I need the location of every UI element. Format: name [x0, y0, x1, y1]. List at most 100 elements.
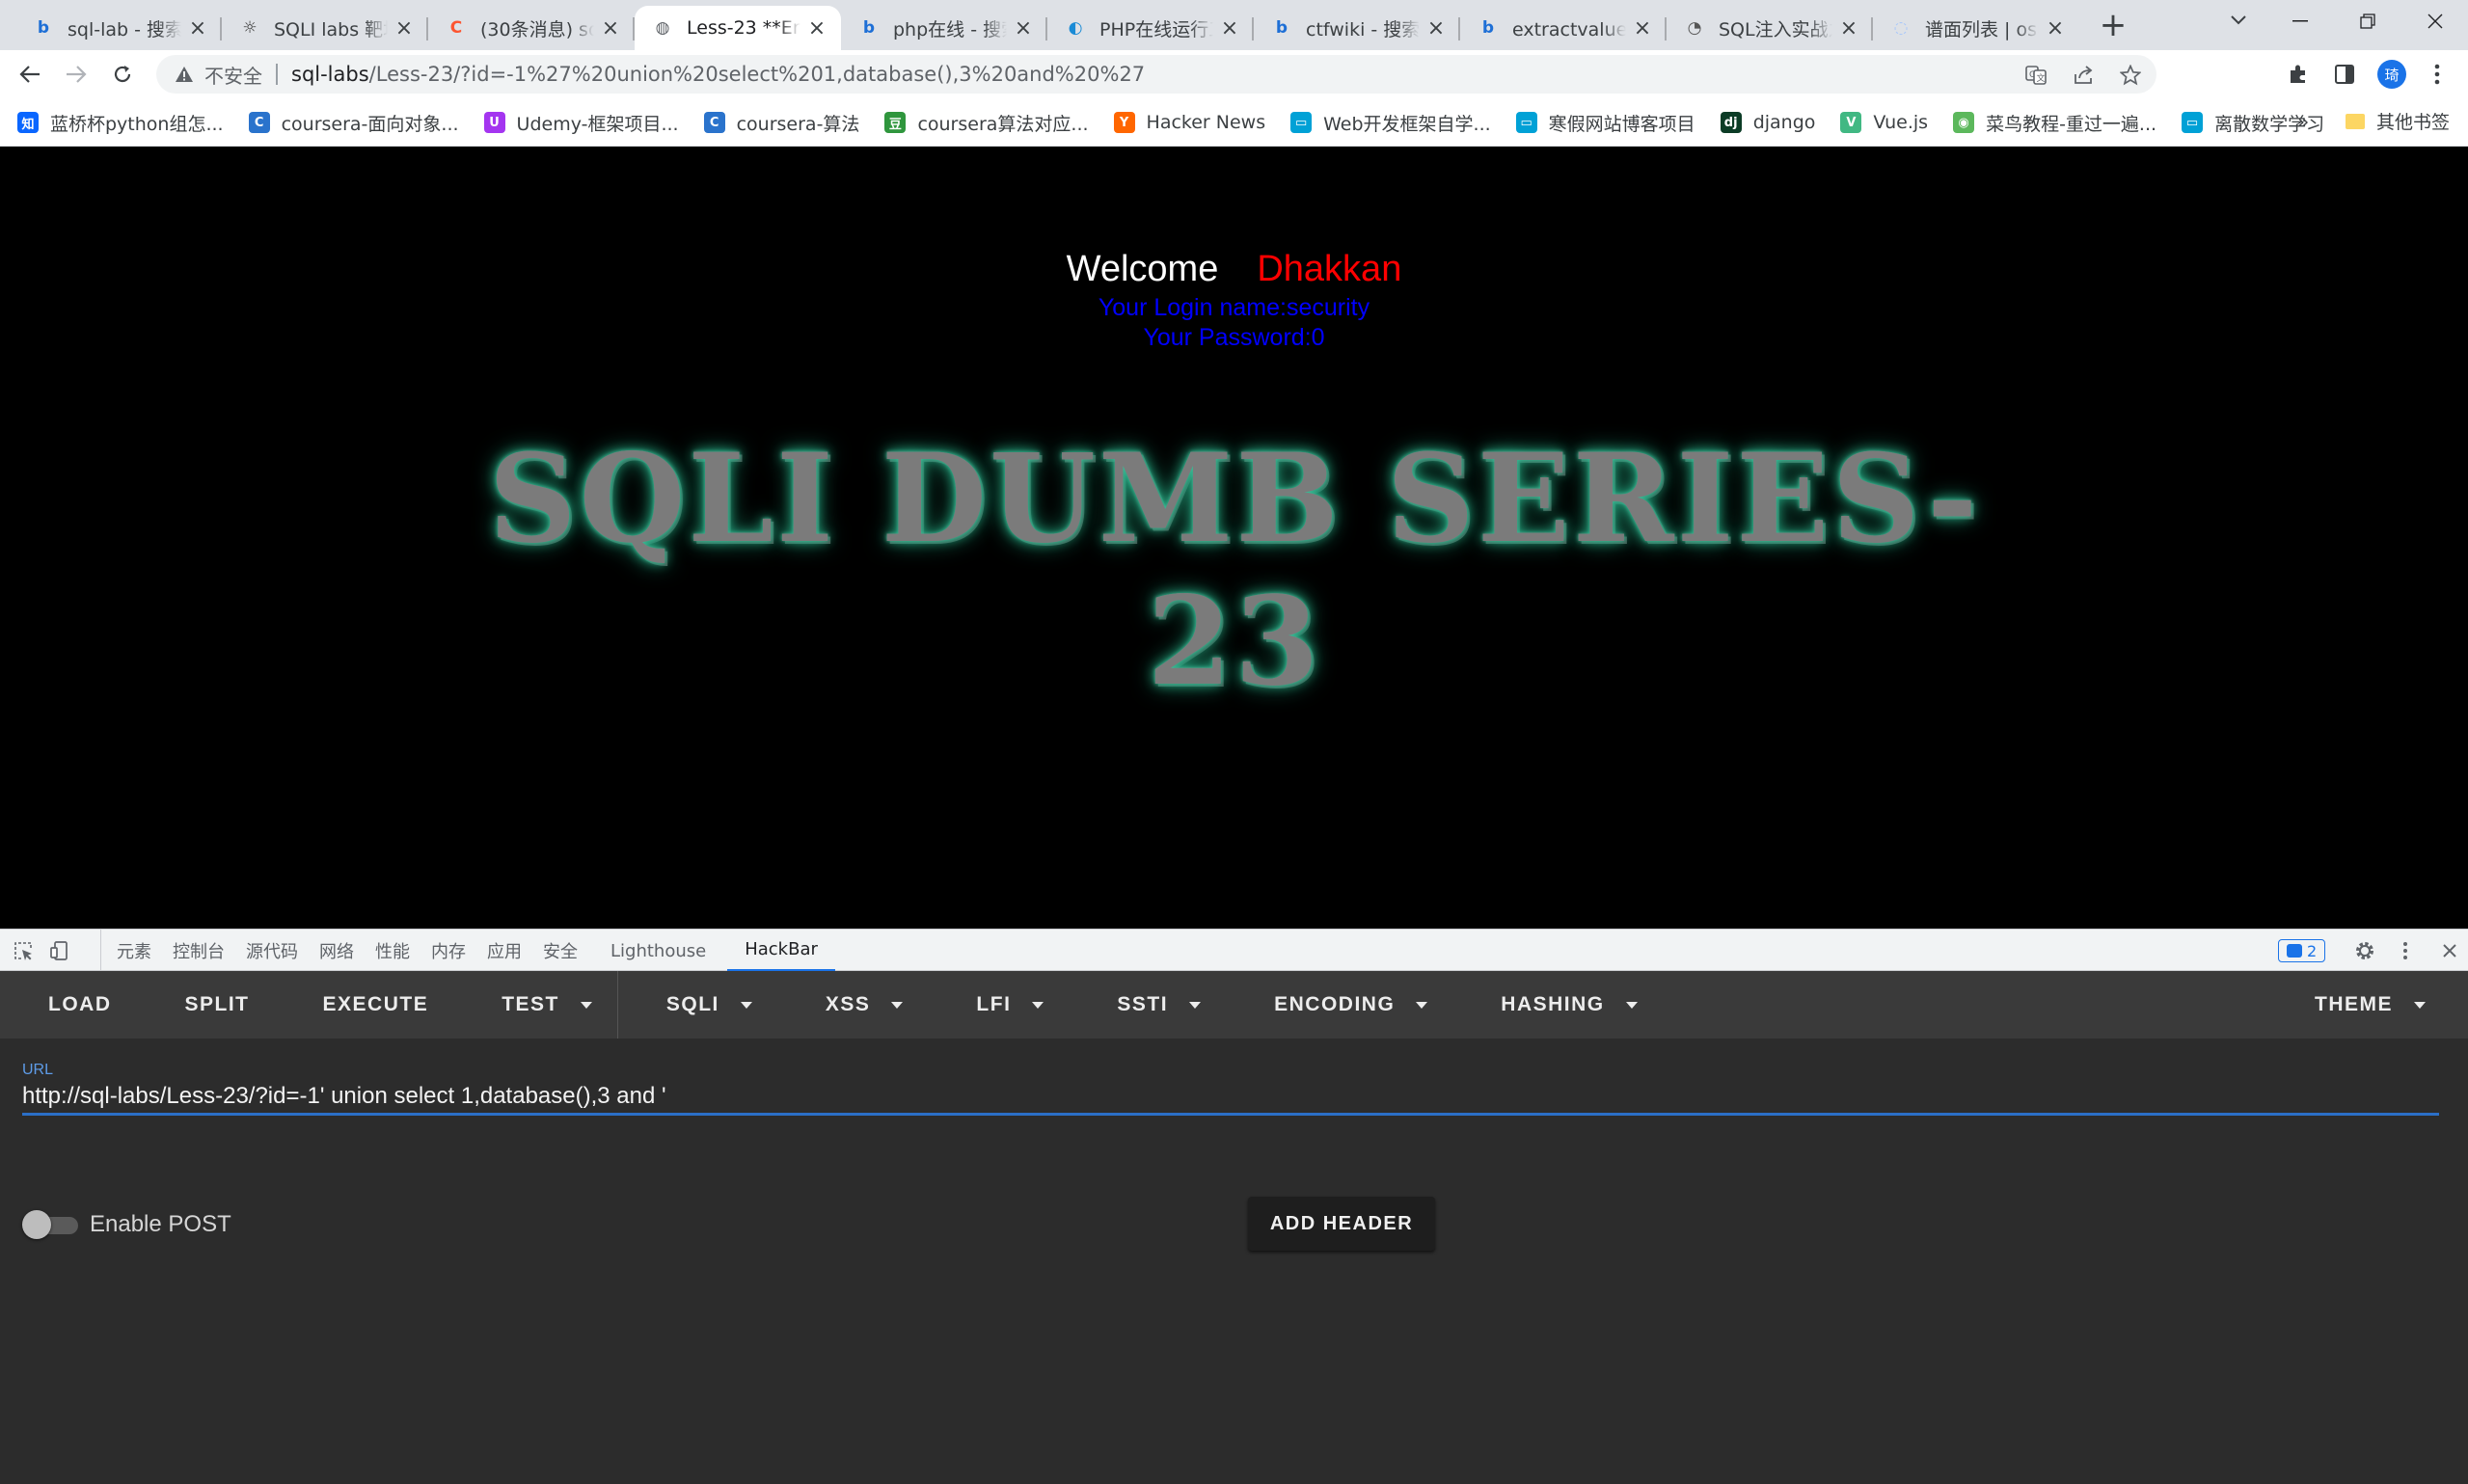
bookmark-item[interactable]: U Udemy-框架项目... — [483, 110, 679, 136]
hackbar-lfi-button[interactable]: LFI — [928, 971, 1069, 1039]
address-bar[interactable]: 不安全 sql-labs/Less-23/?id=-1%27%20union%2… — [156, 55, 2156, 94]
hackbar-test-button[interactable]: TEST — [453, 971, 618, 1039]
browser-tab-1[interactable]: b sql-lab - 搜索 × — [15, 6, 222, 50]
tab-list: bsql-lab - 搜索×☼SQLI labs 靶场×C(30条消息) sql… — [15, 6, 2079, 50]
devtools-tab-5[interactable]: 性能 — [375, 930, 427, 972]
hackbar-menu-label: TEST — [502, 993, 559, 1015]
devtools-tab-lighthouse[interactable]: Lighthouse — [610, 930, 723, 972]
close-window-button[interactable] — [2401, 0, 2468, 42]
tab-close-icon[interactable]: × — [600, 16, 621, 40]
bookmark-item[interactable]: Ccoursera-面向对象... — [248, 110, 459, 136]
hackbar-split-button[interactable]: SPLIT — [137, 971, 275, 1039]
browser-tab-6[interactable]: ◐ PHP在线运行工具 × — [1047, 6, 1254, 50]
bookmark-item[interactable]: ▭ 寒假网站博客项目 — [1515, 110, 1695, 136]
browser-tab-2[interactable]: ☼ SQLI labs 靶场× — [222, 6, 428, 50]
issues-badge[interactable]: 2 — [2278, 939, 2326, 962]
extensions-puzzle-icon[interactable] — [2282, 58, 2315, 91]
devtools-tabs: 元素 控制台 源代码 网络 性能 内存 应用 安全 Lighthouse HackBar — [100, 930, 839, 972]
browser-tab-8[interactable]: b extractvalue报错 × — [1460, 6, 1667, 50]
translate-icon[interactable]: G文 — [2023, 63, 2048, 88]
bookmark-item[interactable]: 豆 coursera算法对应... — [884, 110, 1089, 136]
devtools-tab-hackbar[interactable]: HackBar — [727, 930, 835, 972]
bookmark-item[interactable]: Y Hacker News — [1113, 112, 1265, 133]
hackbar-hashing-button[interactable]: HASHING — [1452, 971, 1662, 1039]
address-url[interactable]: sql-labs/Less-23/?id=-1%27%20union%20sel… — [291, 63, 1145, 86]
bookmark-item[interactable]: dj django — [1720, 112, 1815, 133]
forward-arrow-icon — [67, 66, 87, 83]
devtools-settings-gear-icon[interactable] — [2351, 937, 2378, 964]
hackbar-encoding-button[interactable]: ENCODING — [1226, 971, 1452, 1039]
other-bookmarks-label: 其他书签 — [2376, 112, 2451, 133]
hackbar-url-field[interactable]: URL — [22, 1062, 2439, 1116]
hackbar-execute-button[interactable]: EXECUTE — [275, 971, 454, 1039]
devtools-menu-icon[interactable] — [2392, 937, 2419, 964]
hackbar-menu-label: XSS — [825, 993, 871, 1015]
profile-avatar[interactable]: 琦 — [2377, 60, 2406, 89]
hackbar-menu-label: SQLI — [665, 993, 719, 1015]
inspect-element-icon[interactable] — [10, 937, 37, 964]
devtools-tab-2[interactable]: 控制台 — [173, 930, 242, 972]
hackbar-ssti-button[interactable]: SSTI — [1069, 971, 1226, 1039]
tab-close-icon[interactable]: × — [806, 16, 827, 40]
devtools-tab-8[interactable]: 安全 — [543, 930, 595, 972]
minimize-button[interactable] — [2266, 0, 2334, 42]
devtools-tab-7[interactable]: 应用 — [487, 930, 539, 972]
bookmark-list: 知蓝桥杯python组怎... Ccoursera-面向对象... U Udemy-框… — [17, 108, 2349, 137]
bookmark-label: Udemy-框架项目... — [516, 113, 679, 135]
side-panel-icon[interactable] — [2328, 58, 2361, 91]
browser-tab-3[interactable]: C (30条消息) sql × — [428, 6, 635, 50]
browser-tab-10[interactable]: ◌ 谱面列表 | osu! × — [1873, 6, 2079, 50]
tab-close-icon[interactable]: × — [393, 16, 415, 40]
hackbar-load-button[interactable]: LOAD — [0, 971, 137, 1039]
more-bookmarks-button[interactable]: » — [2297, 110, 2309, 133]
bookmark-item[interactable]: V Vue.js — [1840, 112, 1928, 133]
hackbar-menu-label: EXECUTE — [322, 993, 429, 1015]
device-toolbar-icon[interactable] — [46, 937, 73, 964]
bookmark-item[interactable]: 知蓝桥杯python组怎... — [17, 110, 224, 136]
share-icon[interactable] — [2072, 63, 2097, 88]
devtools-close-icon[interactable] — [2436, 937, 2463, 964]
bookmark-star-icon[interactable] — [2118, 63, 2143, 88]
forward-button[interactable] — [60, 58, 93, 91]
tab-close-icon[interactable]: × — [2045, 16, 2066, 40]
folder-icon — [2346, 113, 2365, 129]
enable-post-toggle[interactable] — [22, 1210, 78, 1239]
tab-close-icon[interactable]: × — [1425, 16, 1447, 40]
other-bookmarks-folder[interactable]: 其他书签 — [2346, 108, 2450, 134]
caret-down-icon — [1189, 1001, 1202, 1009]
hackbar-sqli-button[interactable]: SQLI — [618, 971, 777, 1039]
bookmark-label: coursera-面向对象... — [281, 113, 459, 135]
browser-tab-5[interactable]: b php在线 - 搜索 × — [841, 6, 1047, 50]
caret-down-icon — [580, 1001, 592, 1009]
url-input[interactable] — [22, 1083, 2439, 1110]
devtools-tab-3[interactable]: 源代码 — [246, 930, 315, 972]
tab-close-icon[interactable]: × — [1838, 16, 1859, 40]
devtools-tab-4[interactable]: 网络 — [319, 930, 371, 972]
new-tab-button[interactable]: + — [2099, 6, 2128, 44]
bookmark-item[interactable]: ◉ 菜鸟教程-重过一遍... — [1953, 110, 2156, 136]
add-header-button[interactable]: ADD HEADER — [1248, 1197, 1435, 1251]
not-secure-label[interactable]: 不安全 — [204, 61, 262, 89]
theme-menu-button[interactable]: THEME — [2315, 971, 2426, 1039]
bookmark-item[interactable]: ▭ Web开发框架自学... — [1290, 110, 1491, 136]
browser-menu-icon[interactable] — [2421, 58, 2454, 91]
browser-tab-7[interactable]: b ctfwiki - 搜索 × — [1254, 6, 1460, 50]
devtools-tab-1[interactable]: 元素 — [117, 930, 169, 972]
devtools-tab-6[interactable]: 内存 — [431, 930, 483, 972]
reload-button[interactable] — [106, 58, 139, 91]
hackbar-menu-label: LOAD — [48, 993, 112, 1015]
tab-search-chevron-icon[interactable] — [2224, 6, 2253, 35]
back-button[interactable] — [14, 58, 46, 91]
browser-tab-4[interactable]: ◍ Less-23 **Error × — [635, 6, 841, 50]
tab-close-icon[interactable]: × — [1013, 16, 1034, 40]
browser-tab-9[interactable]: ◔ SQL注入实战之 × — [1667, 6, 1873, 50]
bookmark-favicon-icon: 知 — [17, 112, 39, 133]
tab-close-icon[interactable]: × — [187, 16, 208, 40]
tab-close-icon[interactable]: × — [1632, 16, 1653, 40]
hackbar-xss-button[interactable]: XSS — [777, 971, 929, 1039]
tab-favicon-icon: b — [37, 17, 50, 38]
restore-button[interactable] — [2334, 0, 2401, 42]
bookmark-item[interactable]: Ccoursera-算法 — [703, 110, 859, 136]
series-banner-image: SQLI DUMB SERIES-23 — [463, 427, 2006, 713]
tab-close-icon[interactable]: × — [1219, 16, 1240, 40]
